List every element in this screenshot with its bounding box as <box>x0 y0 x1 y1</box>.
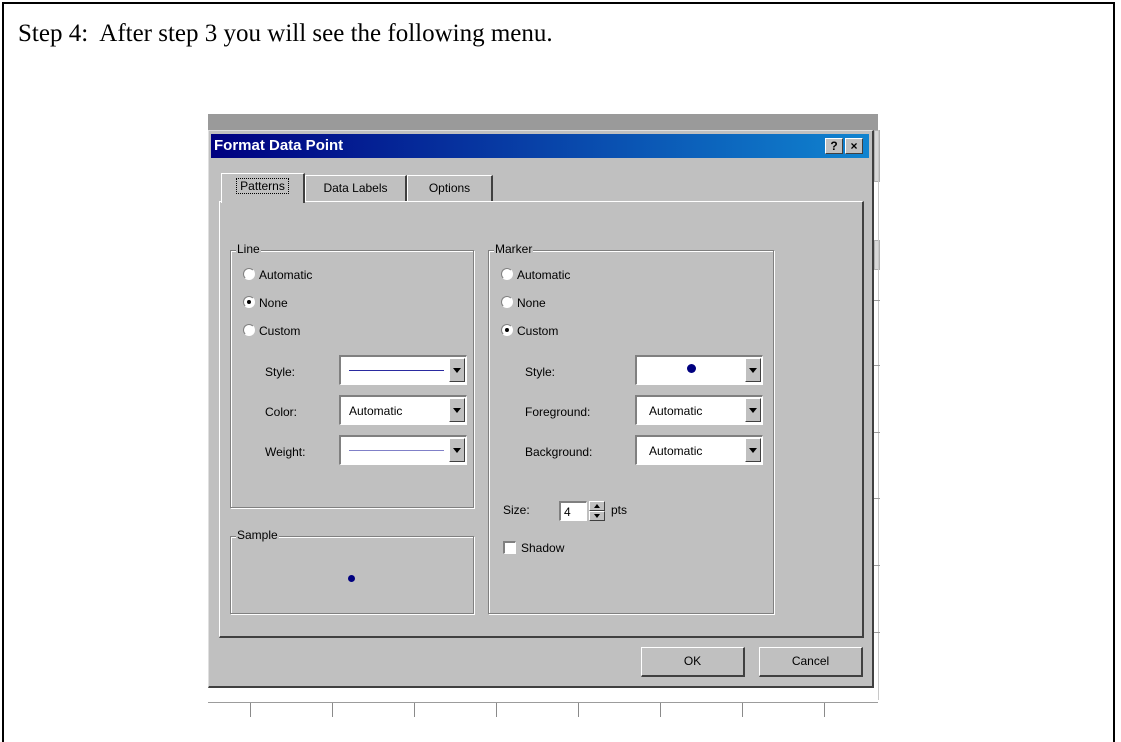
dropdown-arrow-icon[interactable] <box>449 438 465 462</box>
cancel-button[interactable]: Cancel <box>759 647 863 677</box>
tab-patterns[interactable]: Patterns <box>221 173 305 203</box>
dropdown-arrow-icon[interactable] <box>449 358 465 382</box>
line-none-label: None <box>259 296 288 310</box>
background-axis-tick <box>414 703 415 717</box>
background-axis-tick <box>332 703 333 717</box>
line-color-value: Automatic <box>349 404 403 418</box>
line-group: Line Automatic None Custom Style: Color:… <box>230 242 474 508</box>
tab-patterns-label: Patterns <box>236 178 289 194</box>
tab-options-label: Options <box>428 181 471 195</box>
marker-automatic-label: Automatic <box>517 268 571 282</box>
marker-size-unit: pts <box>611 503 628 517</box>
background-tick <box>874 432 880 433</box>
tab-data-labels[interactable]: Data Labels <box>305 175 407 201</box>
spin-up-icon[interactable] <box>589 501 605 511</box>
line-custom-label: Custom <box>259 324 301 338</box>
background-tick <box>874 300 880 301</box>
background-axis-tick <box>578 703 579 717</box>
background-gridline <box>878 130 879 700</box>
checkbox-unchecked-icon <box>503 541 516 554</box>
ok-button[interactable]: OK <box>641 647 745 677</box>
tab-options[interactable]: Options <box>407 175 493 201</box>
radio-unchecked-icon <box>243 268 255 280</box>
tab-data-labels-label: Data Labels <box>323 181 388 195</box>
radio-checked-icon <box>243 296 255 308</box>
sample-marker-icon <box>348 575 355 582</box>
marker-none-label: None <box>517 296 546 310</box>
background-cell <box>874 130 880 182</box>
line-weight-label: Weight: <box>265 445 306 459</box>
radio-unchecked-icon <box>501 268 513 280</box>
marker-size-label: Size: <box>503 503 530 517</box>
line-weight-preview <box>349 450 444 451</box>
radio-unchecked-icon <box>501 296 513 308</box>
background-axis-tick <box>824 703 825 717</box>
background-axis-tick <box>742 703 743 717</box>
background-tick <box>874 365 880 366</box>
step-caption: Step 4: After step 3 you will see the fo… <box>18 20 553 47</box>
spin-down-icon[interactable] <box>589 511 605 521</box>
line-style-dropdown[interactable] <box>339 355 467 385</box>
marker-background-label: Background: <box>525 445 593 459</box>
format-data-point-dialog: Format Data Point ? × Patterns Data Labe… <box>208 130 874 688</box>
background-tick <box>874 632 880 633</box>
help-icon[interactable]: ? <box>825 138 843 154</box>
line-color-dropdown[interactable]: Automatic <box>339 395 467 425</box>
background-tick <box>874 498 880 499</box>
marker-style-dropdown[interactable] <box>635 355 763 385</box>
dialog-title: Format Data Point <box>214 137 344 154</box>
background-tick <box>874 565 880 566</box>
background-axis-tick <box>496 703 497 717</box>
marker-group-label: Marker <box>494 242 534 256</box>
close-icon[interactable]: × <box>845 138 863 154</box>
radio-checked-icon <box>501 324 513 336</box>
radio-unchecked-icon <box>243 324 255 336</box>
marker-size-value: 4 <box>564 505 571 519</box>
line-style-preview <box>349 370 444 371</box>
background-axis-tick <box>660 703 661 717</box>
marker-foreground-dropdown[interactable]: Automatic <box>635 395 763 425</box>
dropdown-arrow-icon[interactable] <box>449 398 465 422</box>
line-automatic-label: Automatic <box>259 268 313 282</box>
marker-group: Marker Automatic None Custom Style: Fore… <box>488 242 774 614</box>
dropdown-arrow-icon[interactable] <box>745 438 761 462</box>
line-group-label: Line <box>236 242 261 256</box>
marker-shadow-label: Shadow <box>521 541 565 555</box>
marker-background-value: Automatic <box>649 444 703 458</box>
background-axis-tick <box>250 703 251 717</box>
line-color-label: Color: <box>265 405 298 419</box>
line-weight-dropdown[interactable] <box>339 435 467 465</box>
line-style-label: Style: <box>265 365 296 379</box>
dropdown-arrow-icon[interactable] <box>745 358 761 382</box>
marker-background-dropdown[interactable]: Automatic <box>635 435 763 465</box>
sample-group: Sample <box>230 528 474 614</box>
marker-foreground-value: Automatic <box>649 404 703 418</box>
marker-foreground-label: Foreground: <box>525 405 591 419</box>
filled-circle-icon <box>687 364 696 373</box>
marker-custom-label: Custom <box>517 324 559 338</box>
marker-size-input[interactable]: 4 <box>559 501 587 521</box>
background-window-strip <box>208 114 878 130</box>
dialog-titlebar[interactable]: Format Data Point ? × <box>211 134 869 158</box>
dropdown-arrow-icon[interactable] <box>745 398 761 422</box>
marker-style-label: Style: <box>525 365 556 379</box>
marker-size-stepper[interactable] <box>589 501 605 521</box>
background-cell <box>874 240 880 270</box>
sample-group-label: Sample <box>236 528 279 542</box>
patterns-panel: Line Automatic None Custom Style: Color:… <box>219 201 864 638</box>
background-axis-line <box>208 702 878 703</box>
